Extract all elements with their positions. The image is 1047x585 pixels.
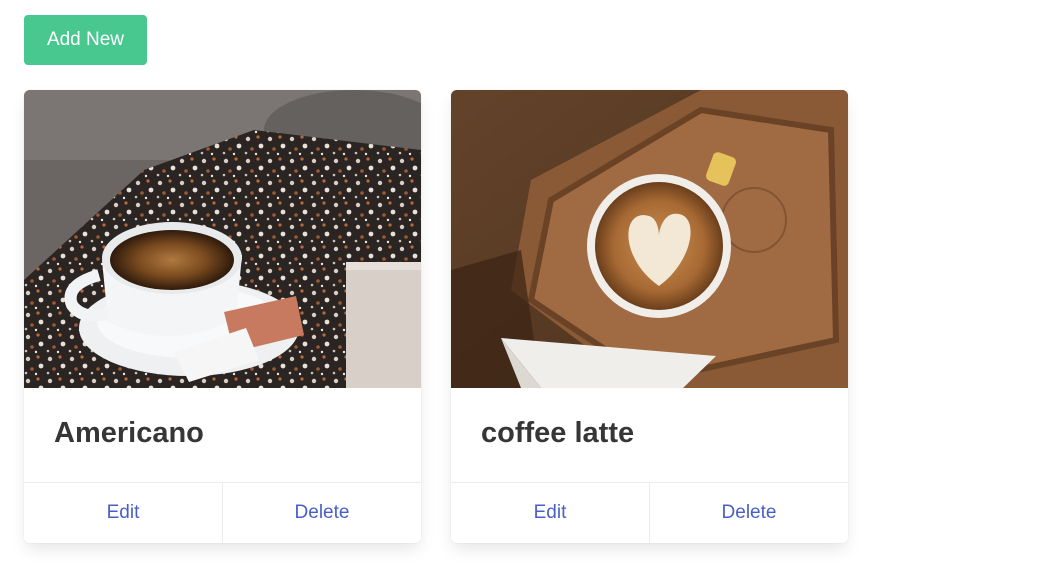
card-footer: Edit Delete — [24, 482, 421, 543]
card-footer: Edit Delete — [451, 482, 848, 543]
delete-button[interactable]: Delete — [649, 483, 848, 543]
card-image-americano — [24, 90, 421, 388]
delete-button[interactable]: Delete — [222, 483, 421, 543]
card-title: Americano — [54, 416, 204, 449]
latte-photo — [451, 90, 848, 388]
americano-photo — [24, 90, 421, 388]
page: Add New Americano Edit Delete coffee lat… — [0, 0, 1047, 585]
card-list: Americano Edit Delete coffee latte Edit … — [24, 90, 848, 543]
card-image-latte — [451, 90, 848, 388]
coffee-card: coffee latte Edit Delete — [451, 90, 848, 543]
coffee-card: Americano Edit Delete — [24, 90, 421, 543]
card-content: Americano — [24, 388, 421, 482]
edit-button[interactable]: Edit — [451, 483, 649, 543]
card-content: coffee latte — [451, 388, 848, 482]
card-title: coffee latte — [481, 416, 635, 449]
edit-button[interactable]: Edit — [24, 483, 222, 543]
add-new-button[interactable]: Add New — [24, 15, 147, 65]
